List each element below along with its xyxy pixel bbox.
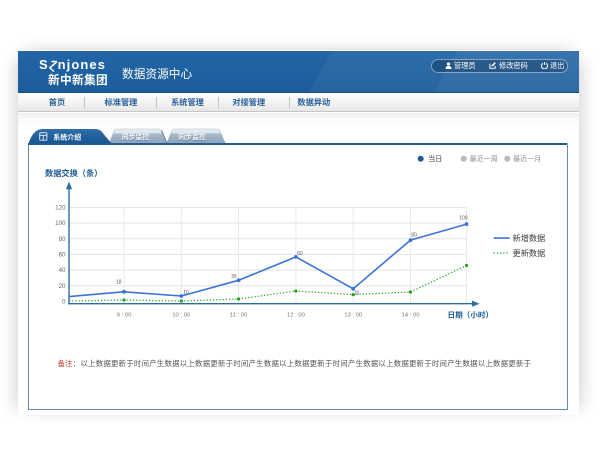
svg-text:数据交换（条）: 数据交换（条） bbox=[45, 167, 102, 179]
svg-text:100: 100 bbox=[459, 215, 468, 222]
svg-text:100: 100 bbox=[55, 218, 66, 227]
svg-text:20: 20 bbox=[59, 281, 66, 290]
svg-text:60: 60 bbox=[297, 250, 303, 257]
svg-text:10: 10 bbox=[183, 289, 189, 296]
svg-text:13 : 00: 13 : 00 bbox=[344, 310, 363, 319]
svg-text:日期（小时）: 日期（小时） bbox=[448, 309, 494, 320]
svg-text:更新数据: 更新数据 bbox=[513, 247, 546, 259]
svg-text:0: 0 bbox=[62, 297, 66, 306]
svg-text:同步监控: 同步监控 bbox=[122, 131, 150, 141]
svg-text:18: 18 bbox=[116, 279, 122, 286]
svg-text:新增数据: 新增数据 bbox=[513, 232, 546, 244]
svg-text:40: 40 bbox=[59, 265, 66, 274]
svg-text:同步监控: 同步监控 bbox=[178, 131, 206, 141]
svg-text:9 : 00: 9 : 00 bbox=[117, 310, 132, 319]
svg-text:35: 35 bbox=[231, 273, 237, 280]
svg-text:80: 80 bbox=[59, 234, 66, 243]
svg-text:11 : 00: 11 : 00 bbox=[230, 310, 248, 319]
svg-text:最近一月: 最近一月 bbox=[513, 154, 541, 164]
svg-text:14 : 00: 14 : 00 bbox=[401, 310, 420, 319]
svg-text:最近一周: 最近一周 bbox=[470, 154, 498, 164]
svg-text:系统介绍: 系统介绍 bbox=[53, 131, 81, 141]
svg-text:10 : 00: 10 : 00 bbox=[172, 310, 191, 319]
svg-text:80: 80 bbox=[411, 232, 417, 239]
svg-text:备注：以上数据更新于时间产生数据以上数据更新于时间产生数据以: 备注：以上数据更新于时间产生数据以上数据更新于时间产生数据以上数据更新于时间产生… bbox=[58, 358, 532, 369]
svg-text:12 : 00: 12 : 00 bbox=[287, 310, 306, 319]
svg-text:120: 120 bbox=[55, 203, 66, 212]
svg-text:60: 60 bbox=[59, 250, 66, 259]
svg-text:当日: 当日 bbox=[428, 154, 442, 164]
svg-text:10: 10 bbox=[354, 290, 360, 297]
